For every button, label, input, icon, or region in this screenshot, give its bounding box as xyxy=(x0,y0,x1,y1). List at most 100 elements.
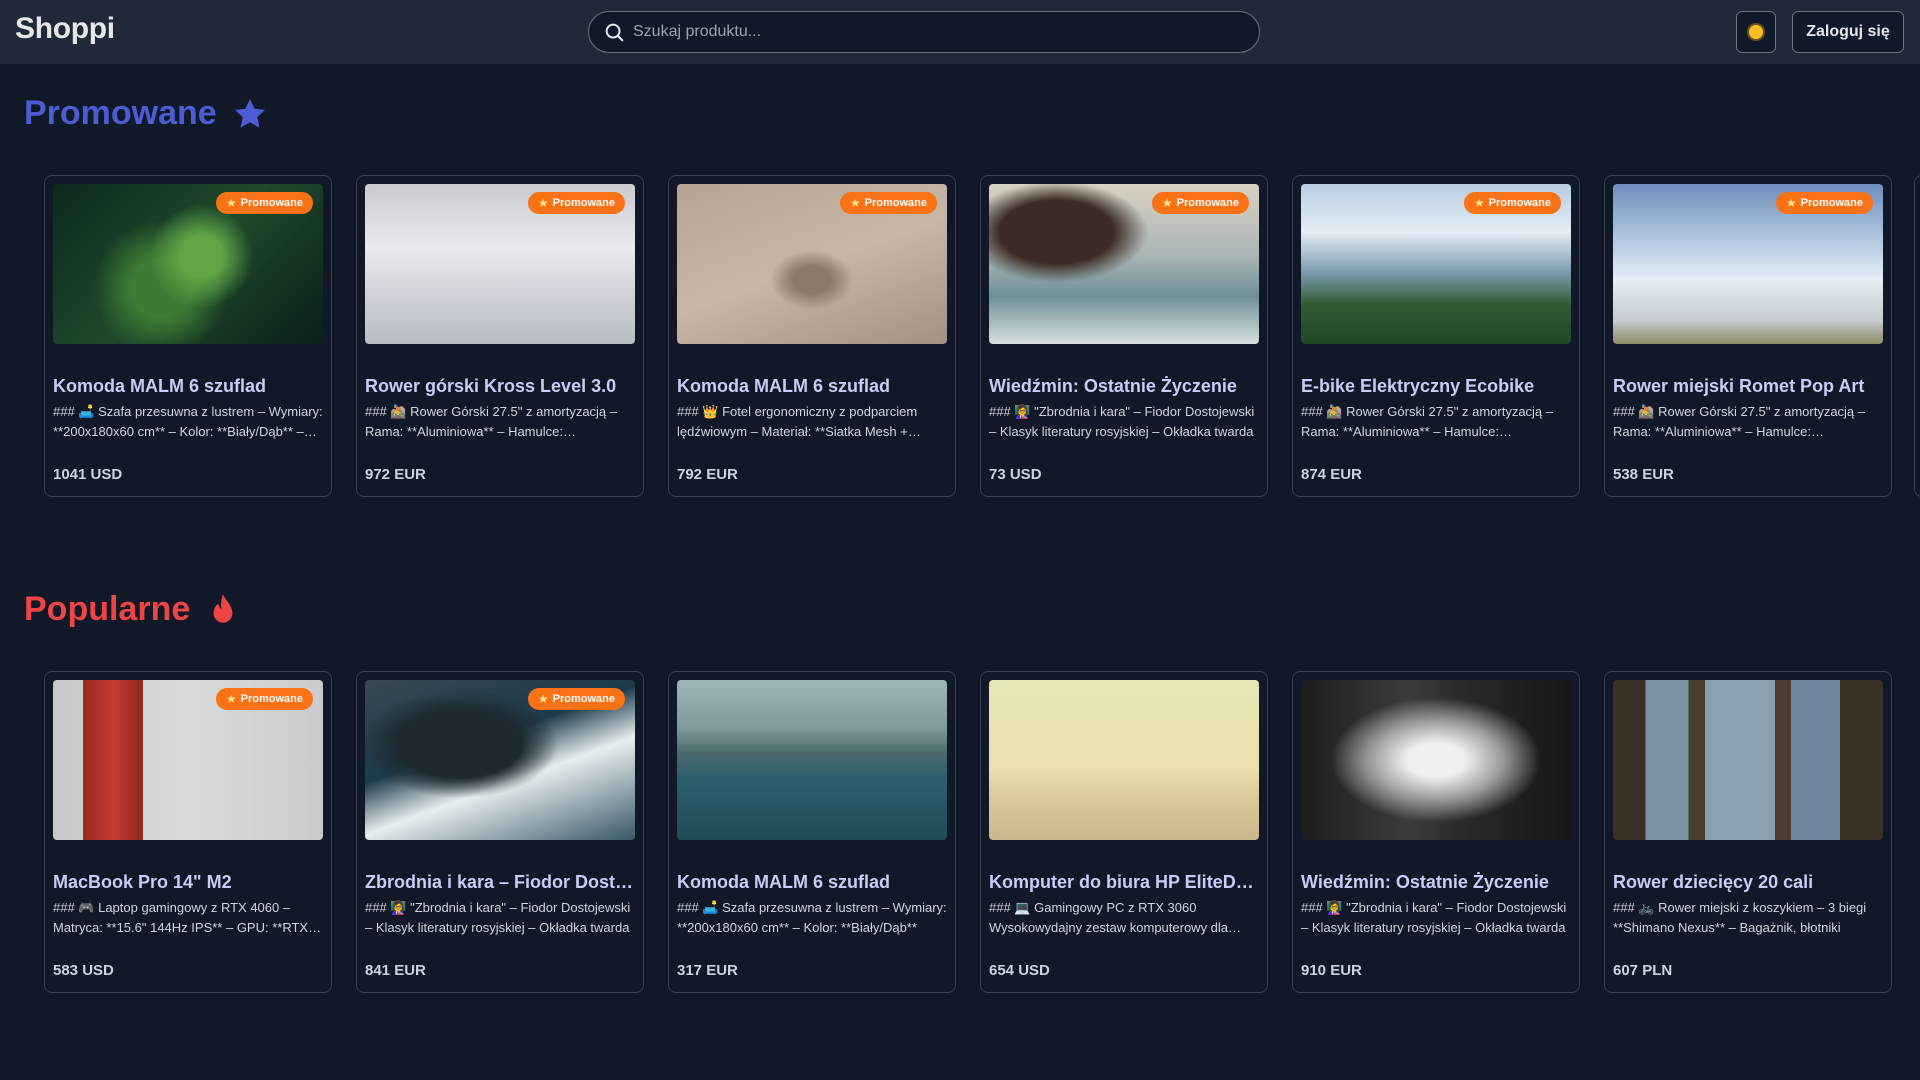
promoted-badge: ★ Promowane xyxy=(527,192,625,214)
star-icon: ★ xyxy=(537,196,549,210)
product-image[interactable]: ★ Promowane xyxy=(53,184,323,344)
popular-products-row: ★ Promowane MacBook Pro 14" M2 ### 🎮 Laptop… xyxy=(44,671,1920,993)
promoted-badge: ★ Promowane xyxy=(839,192,937,214)
badge-label: Promowane xyxy=(552,197,615,209)
section-title-text: Promowane xyxy=(24,94,217,132)
product-price: 841 EUR xyxy=(365,962,426,979)
star-icon xyxy=(234,98,265,128)
product-description: ### 💻 Gamingowy PC z RTX 3060 Wysokowyda… xyxy=(989,900,1229,935)
product-description: ### 🚵 Rower Górski 27.5" z amortyzacją –… xyxy=(1613,404,1866,439)
star-icon: ★ xyxy=(225,692,237,706)
search-input[interactable] xyxy=(633,23,1233,41)
product-card[interactable]: ★ Promowane Wiedźmin: Ostatnie Życzenie ###… xyxy=(980,175,1268,497)
product-title[interactable]: Komoda MALM 6 szuflad xyxy=(53,376,325,397)
search-bar[interactable] xyxy=(588,11,1260,53)
product-price: 654 USD xyxy=(989,962,1050,979)
section-title-promoted: Promowane xyxy=(24,94,269,133)
product-image[interactable]: ★ Promowane xyxy=(365,680,635,840)
product-price: 73 USD xyxy=(989,466,1042,483)
product-image[interactable] xyxy=(1613,680,1883,840)
promoted-badge: ★ Promowane xyxy=(1775,192,1873,214)
product-price: 910 EUR xyxy=(1301,962,1362,979)
badge-label: Promowane xyxy=(552,693,615,705)
product-card[interactable]: ★ Promowane Rower górski Kross Level 3.0 ##… xyxy=(356,175,644,497)
product-title[interactable]: E-bike Elektryczny Ecobike xyxy=(1301,376,1573,397)
product-image[interactable]: ★ Promowane xyxy=(677,184,947,344)
logo[interactable]: Shoppi xyxy=(15,12,115,46)
product-price: 792 EUR xyxy=(677,466,738,483)
star-icon: ★ xyxy=(849,196,861,210)
theme-toggle-button[interactable] xyxy=(1736,11,1776,53)
product-description: ### 🚵 Rower Górski 27.5" z amortyzacją –… xyxy=(365,404,618,439)
badge-label: Promowane xyxy=(1488,197,1551,209)
product-title[interactable]: Zbrodnia i kara – Fiodor Dostojewski xyxy=(365,872,637,893)
product-image[interactable]: ★ Promowane xyxy=(1613,184,1883,344)
promoted-products-row: ★ Promowane Komoda MALM 6 szuflad ### 🛋️ Sz… xyxy=(44,175,1920,497)
top-navbar: Shoppi Zaloguj się xyxy=(0,0,1920,64)
product-title[interactable]: Rower miejski Romet Pop Art xyxy=(1613,376,1885,397)
product-card[interactable]: Wiedźmin: Ostatnie Życzenie ### 👩‍🏫 "Zbro… xyxy=(1292,671,1580,993)
star-icon: ★ xyxy=(1473,196,1485,210)
promoted-badge: ★ Promowane xyxy=(527,688,625,710)
product-description: ### 🚲 Rower miejski z koszykiem – 3 bieg… xyxy=(1613,900,1867,935)
product-price: 317 EUR xyxy=(677,962,738,979)
product-description: ### 🛋️ Szafa przesuwna z lustrem – Wymia… xyxy=(53,404,323,439)
product-card[interactable]: Komputer do biura HP EliteDesk ### 💻 Gami… xyxy=(980,671,1268,993)
product-title[interactable]: Rower dziecięcy 20 cali xyxy=(1613,872,1885,893)
badge-label: Promowane xyxy=(240,197,303,209)
product-price: 607 PLN xyxy=(1613,962,1673,979)
partial-product-card[interactable] xyxy=(1914,175,1920,497)
product-image[interactable]: ★ Promowane xyxy=(989,184,1259,344)
product-title[interactable]: Komoda MALM 6 szuflad xyxy=(677,872,949,893)
product-card[interactable]: ★ Promowane Komoda MALM 6 szuflad ### 👑 Fot… xyxy=(668,175,956,497)
product-title[interactable]: Wiedźmin: Ostatnie Życzenie xyxy=(989,376,1261,397)
login-button[interactable]: Zaloguj się xyxy=(1792,11,1904,53)
product-image[interactable]: ★ Promowane xyxy=(1301,184,1571,344)
product-image[interactable]: ★ Promowane xyxy=(365,184,635,344)
product-card[interactable]: Rower dziecięcy 20 cali ### 🚲 Rower miejs… xyxy=(1604,671,1892,993)
star-icon: ★ xyxy=(1161,196,1173,210)
product-description: ### 👑 Fotel ergonomiczny z podparciem lę… xyxy=(677,404,918,439)
badge-label: Promowane xyxy=(864,197,927,209)
product-card[interactable]: ★ Promowane MacBook Pro 14" M2 ### 🎮 Laptop… xyxy=(44,671,332,993)
product-card[interactable]: ★ Promowane Rower miejski Romet Pop Art ###… xyxy=(1604,175,1892,497)
product-title[interactable]: Wiedźmin: Ostatnie Życzenie xyxy=(1301,872,1573,893)
badge-label: Promowane xyxy=(240,693,303,705)
search-icon xyxy=(605,23,624,42)
star-icon: ★ xyxy=(537,692,549,706)
promoted-badge: ★ Promowane xyxy=(215,688,313,710)
product-price: 538 EUR xyxy=(1613,466,1674,483)
product-image[interactable] xyxy=(989,680,1259,840)
sun-icon xyxy=(1749,25,1763,39)
product-description: ### 👩‍🏫 "Zbrodnia i kara" – Fiodor Dosto… xyxy=(1301,900,1567,935)
product-description: ### 🚵 Rower Górski 27.5" z amortyzacją –… xyxy=(1301,404,1554,439)
product-price: 874 EUR xyxy=(1301,466,1362,483)
promoted-badge: ★ Promowane xyxy=(1151,192,1249,214)
product-description: ### 👩‍🏫 "Zbrodnia i kara" – Fiodor Dosto… xyxy=(989,404,1255,439)
product-title[interactable]: Komoda MALM 6 szuflad xyxy=(677,376,949,397)
product-card[interactable]: Komoda MALM 6 szuflad ### 🛋️ Szafa przesu… xyxy=(668,671,956,993)
star-icon: ★ xyxy=(225,196,237,210)
product-image[interactable] xyxy=(1301,680,1571,840)
badge-label: Promowane xyxy=(1176,197,1239,209)
product-title[interactable]: MacBook Pro 14" M2 xyxy=(53,872,325,893)
product-card[interactable]: ★ Promowane Zbrodnia i kara – Fiodor Dosto… xyxy=(356,671,644,993)
product-price: 583 USD xyxy=(53,962,114,979)
product-image[interactable] xyxy=(677,680,947,840)
product-description: ### 👩‍🏫 "Zbrodnia i kara" – Fiodor Dosto… xyxy=(365,900,631,935)
promoted-badge: ★ Promowane xyxy=(1463,192,1561,214)
star-icon: ★ xyxy=(1785,196,1797,210)
product-price: 972 EUR xyxy=(365,466,426,483)
badge-label: Promowane xyxy=(1800,197,1863,209)
product-card[interactable]: ★ Promowane Komoda MALM 6 szuflad ### 🛋️ Sz… xyxy=(44,175,332,497)
product-image[interactable]: ★ Promowane xyxy=(53,680,323,840)
fire-icon xyxy=(213,593,233,623)
product-card[interactable]: ★ Promowane E-bike Elektryczny Ecobike ### … xyxy=(1292,175,1580,497)
section-title-popular: Popularne xyxy=(24,590,242,629)
product-title[interactable]: Komputer do biura HP EliteDesk xyxy=(989,872,1261,893)
section-title-text: Popularne xyxy=(24,590,191,628)
product-description: ### 🛋️ Szafa przesuwna z lustrem – Wymia… xyxy=(677,900,947,935)
product-description: ### 🎮 Laptop gamingowy z RTX 4060 – Matr… xyxy=(53,900,309,935)
product-price: 1041 USD xyxy=(53,466,123,483)
product-title[interactable]: Rower górski Kross Level 3.0 xyxy=(365,376,637,397)
